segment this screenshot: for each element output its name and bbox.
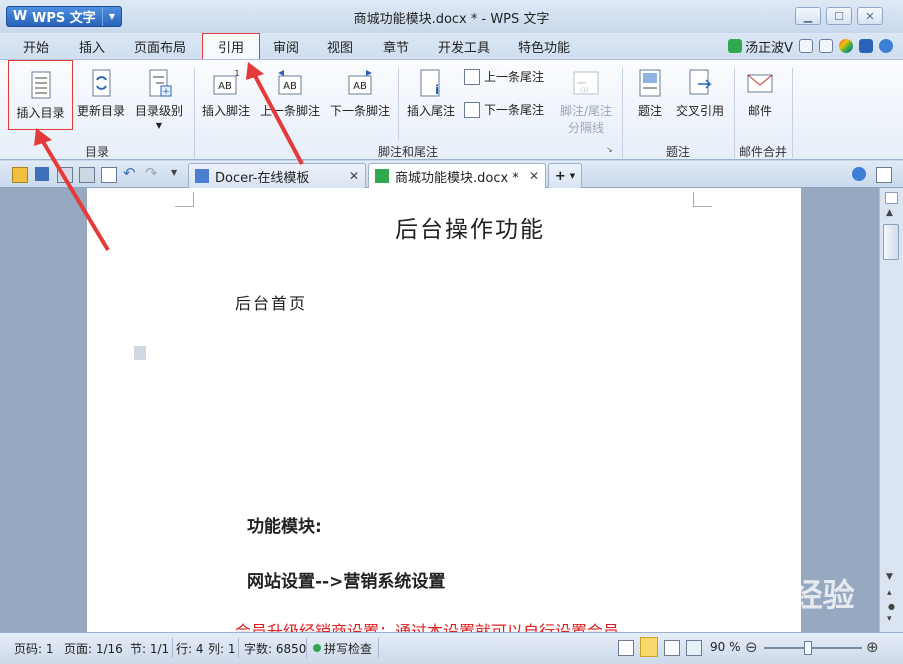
annotation-arrows [34, 62, 304, 252]
annotation-arrow [252, 73, 304, 165]
annotation-arrow [40, 138, 110, 252]
